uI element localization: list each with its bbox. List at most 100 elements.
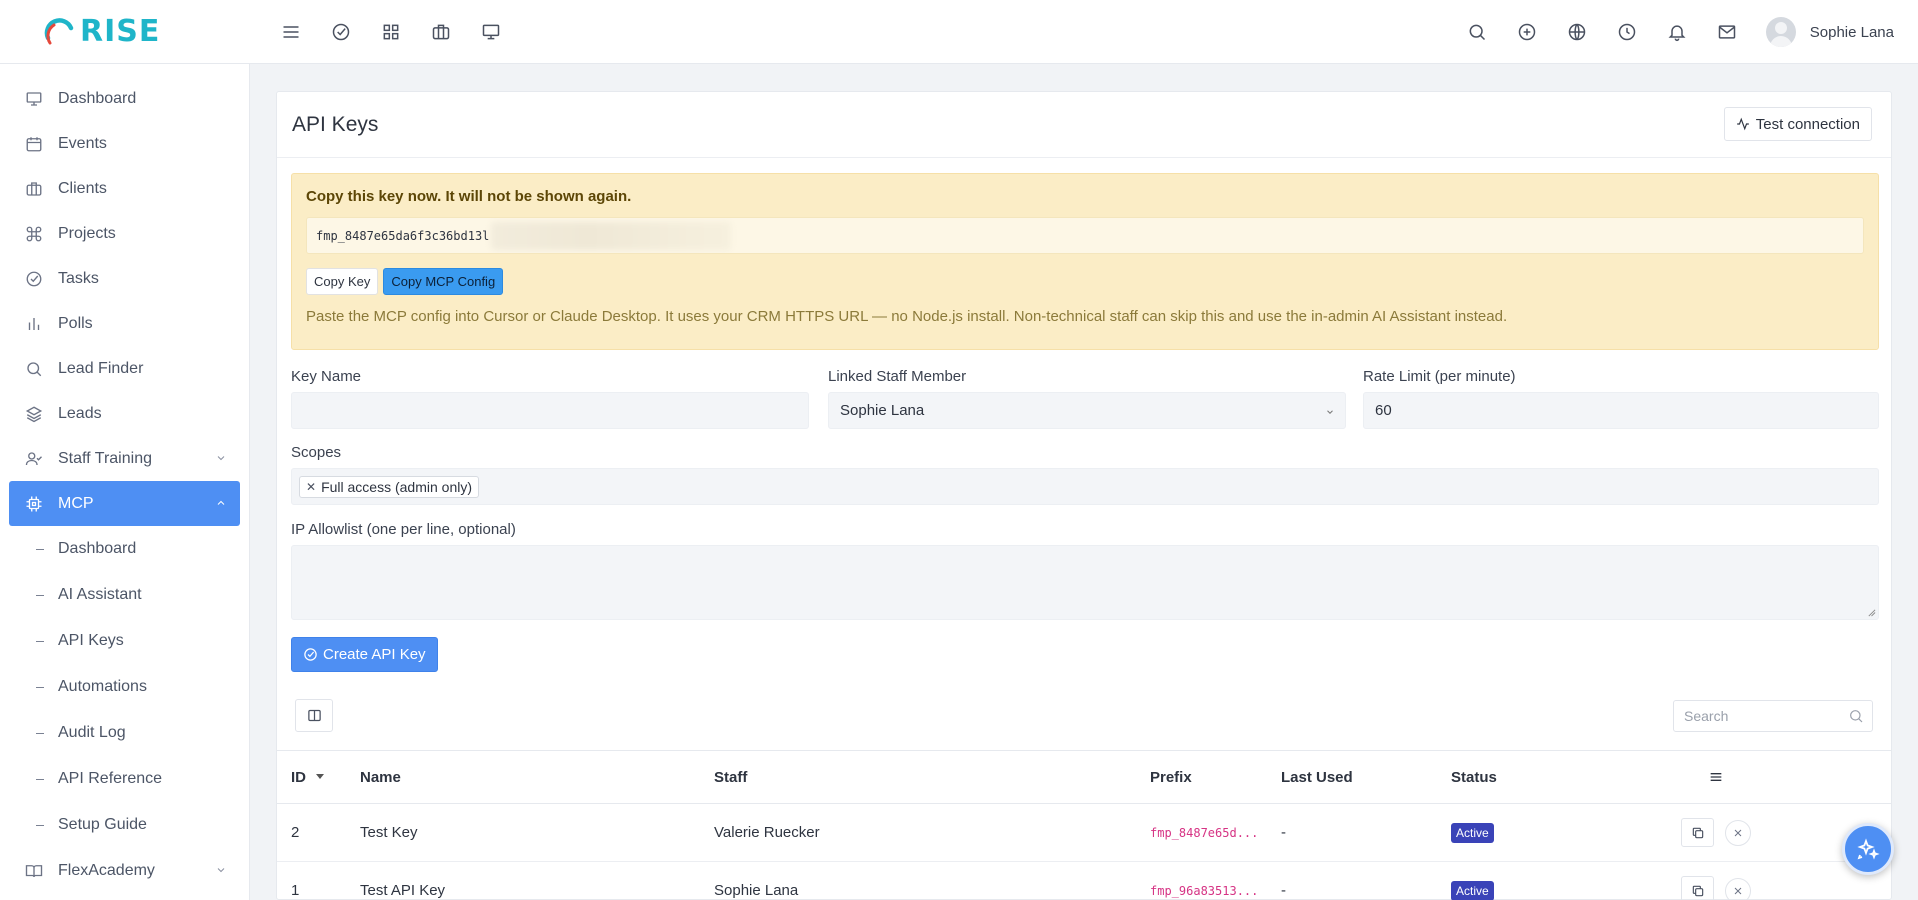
activity-icon <box>1736 117 1749 131</box>
monitor-icon <box>24 89 44 109</box>
sidebar-item-label: Projects <box>58 224 116 242</box>
rate-limit-label: Rate Limit (per minute) <box>1363 368 1516 385</box>
plus-circle-icon[interactable] <box>1502 12 1552 52</box>
sidebar-item-polls[interactable]: Polls <box>0 301 249 346</box>
search-icon[interactable] <box>1452 12 1502 52</box>
sidebar-item-leads[interactable]: Leads <box>0 391 249 436</box>
copy-mcp-config-button[interactable]: Copy MCP Config <box>383 268 504 295</box>
key-text: fmp_8487e65da6f3c36bd13l <box>316 228 490 243</box>
sidebar-subitem-dashboard[interactable]: Dashboard <box>0 526 249 572</box>
briefcase-icon <box>24 179 44 199</box>
sidebar-item-label: Leads <box>58 404 102 422</box>
cell-last-used: - <box>1281 824 1286 841</box>
sidebar-item-mcp[interactable]: MCP <box>9 481 240 526</box>
sidebar-item-dashboard[interactable]: Dashboard <box>0 76 249 121</box>
briefcase-icon[interactable] <box>416 12 466 52</box>
toggle-columns-button[interactable] <box>295 699 333 732</box>
bell-icon[interactable] <box>1652 12 1702 52</box>
copy-row-button[interactable] <box>1681 818 1714 847</box>
revoke-row-button[interactable] <box>1725 819 1751 846</box>
ai-assistant-fab[interactable] <box>1842 823 1894 875</box>
sidebar-item-projects[interactable]: Projects <box>0 211 249 256</box>
brand-logo[interactable]: RISE <box>0 0 250 64</box>
key-name-input[interactable] <box>291 392 809 429</box>
alert-title: Copy this key now. It will not be shown … <box>306 188 632 205</box>
sidebar-item-label: MCP <box>58 494 94 512</box>
sidebar-subitem-ai-assistant[interactable]: AI Assistant <box>0 572 249 618</box>
key-name-label: Key Name <box>291 368 362 385</box>
column-header-status[interactable]: Status <box>1451 751 1497 803</box>
linked-staff-select[interactable]: Sophie Lana <box>828 392 1346 429</box>
globe-icon[interactable] <box>1552 12 1602 52</box>
search-input[interactable] <box>1684 708 1834 724</box>
menu-icon[interactable] <box>266 12 316 52</box>
page-title: API Keys <box>292 112 379 136</box>
sidebar-item-label: Polls <box>58 314 93 332</box>
column-menu-icon[interactable] <box>1708 751 1724 803</box>
column-header-name[interactable]: Name <box>360 751 401 803</box>
chevron-down-icon <box>1325 407 1335 417</box>
sidebar-item-label: Clients <box>58 179 107 197</box>
sidebar-subitem-audit-log[interactable]: Audit Log <box>0 710 249 756</box>
copy-icon <box>1692 827 1703 838</box>
monitor-icon[interactable] <box>466 12 516 52</box>
clock-icon[interactable] <box>1602 12 1652 52</box>
search-icon <box>1850 710 1863 723</box>
scopes-select[interactable]: ✕ Full access (admin only) <box>291 468 1879 505</box>
mail-icon[interactable] <box>1702 12 1752 52</box>
sidebar-item-tasks[interactable]: Tasks <box>0 256 249 301</box>
close-icon <box>1734 829 1742 836</box>
sidebar-item-events[interactable]: Events <box>0 121 249 166</box>
column-header-id[interactable]: ID <box>291 751 324 803</box>
grid-icon[interactable] <box>366 12 416 52</box>
sidebar-subitem-label: Dashboard <box>58 540 137 557</box>
rate-limit-input[interactable]: 60 <box>1363 392 1879 429</box>
new-key-value[interactable]: fmp_8487e65da6f3c36bd13l <box>306 217 1864 254</box>
column-header-last-used[interactable]: Last Used <box>1281 751 1353 803</box>
dash-icon <box>36 640 44 642</box>
remove-scope-icon[interactable]: ✕ <box>306 480 316 494</box>
sidebar-item-label: Dashboard <box>58 89 137 107</box>
sidebar-item-staff-training[interactable]: Staff Training <box>0 436 249 481</box>
sidebar-subitem-automations[interactable]: Automations <box>0 664 249 710</box>
column-header-prefix[interactable]: Prefix <box>1150 751 1192 803</box>
copy-key-button[interactable]: Copy Key <box>306 268 379 295</box>
key-redacted <box>491 221 732 250</box>
revoke-row-button[interactable] <box>1725 877 1751 900</box>
test-connection-button[interactable]: Test connection <box>1723 107 1872 141</box>
copy-row-button[interactable] <box>1681 876 1714 900</box>
ip-allowlist-textarea[interactable] <box>291 545 1879 620</box>
table-row[interactable]: 1 Test API Key Sophie Lana fmp_96a83513.… <box>277 862 1891 900</box>
scope-chip: ✕ Full access (admin only) <box>299 475 479 498</box>
copy-icon <box>1692 885 1703 896</box>
resize-grip-icon[interactable] <box>1867 608 1876 617</box>
chevron-up-icon <box>215 497 227 509</box>
sidebar-subitem-setup-guide[interactable]: Setup Guide <box>0 802 249 848</box>
sidebar-subitem-label: Audit Log <box>58 724 126 741</box>
test-connection-label: Test connection <box>1755 115 1860 133</box>
user-menu[interactable]: Sophie Lana <box>1765 17 1918 47</box>
search-icon <box>24 359 44 379</box>
sidebar-subitem-api-reference[interactable]: API Reference <box>0 756 249 802</box>
sidebar-subitem-api-keys[interactable]: API Keys <box>0 618 249 664</box>
dash-icon <box>36 732 44 734</box>
sparkle-icon <box>1857 838 1880 860</box>
create-api-key-button[interactable]: Create API Key <box>291 637 438 672</box>
create-api-key-label: Create API Key <box>323 646 426 663</box>
column-header-staff[interactable]: Staff <box>714 751 747 803</box>
sidebar-item-lead-finder[interactable]: Lead Finder <box>0 346 249 391</box>
layers-icon <box>24 404 44 424</box>
cell-name: Test API Key <box>360 882 446 899</box>
cell-staff: Valerie Ruecker <box>714 824 820 841</box>
sidebar-item-clients[interactable]: Clients <box>0 166 249 211</box>
sidebar-item-flexacademy[interactable]: FlexAcademy <box>0 848 249 893</box>
avatar <box>1765 17 1796 47</box>
calendar-icon <box>24 134 44 154</box>
book-icon <box>24 861 44 881</box>
check-circle-icon[interactable] <box>316 12 366 52</box>
brand-name: RISE <box>80 14 161 49</box>
sidebar-item-label: Tasks <box>58 269 99 287</box>
table-search[interactable] <box>1673 700 1873 732</box>
table-row[interactable]: 2 Test Key Valerie Ruecker fmp_8487e65d.… <box>277 804 1891 862</box>
sidebar-subitem-label: API Keys <box>58 632 124 649</box>
